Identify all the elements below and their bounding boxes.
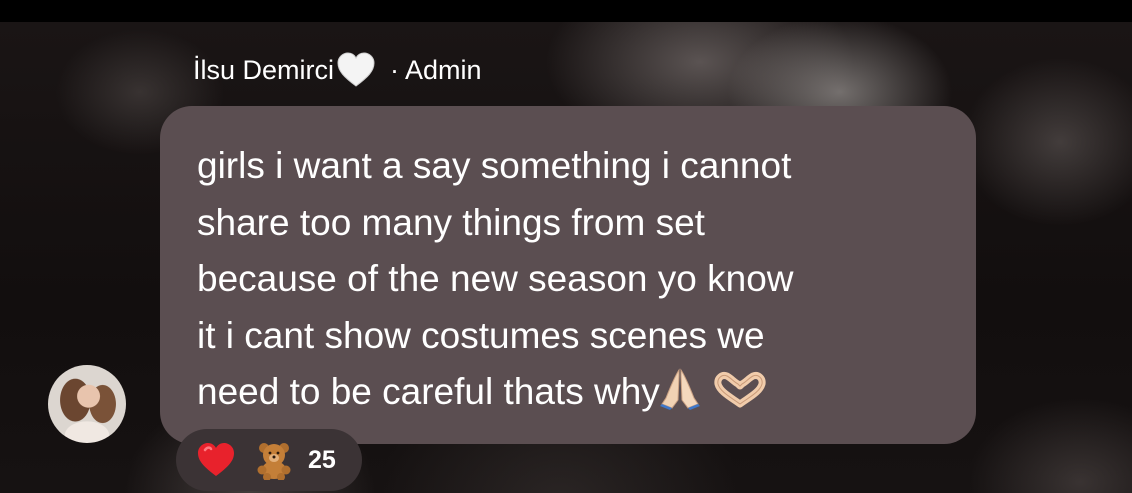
heart-hands-icon [714,372,766,408]
message-text-container: girls i want a say something i cannot sh… [197,138,967,421]
white-heart-icon [337,52,375,87]
red-heart-icon [198,443,234,476]
reactions-pill[interactable]: 25 [176,429,362,491]
message-bubble[interactable]: girls i want a say something i cannot sh… [160,106,976,444]
message-sender-line: İlsu Demirci · Admin [193,52,482,88]
folded-hands-icon [659,368,700,410]
sender-name[interactable]: İlsu Demirci [193,55,334,86]
sender-role: · Admin [390,54,482,85]
message-text: girls i want a say something i cannot sh… [197,145,794,412]
reaction-count: 25 [308,445,336,474]
chat-screen: İlsu Demirci · Admin girls i want a say … [0,0,1132,493]
sender-avatar[interactable] [48,365,126,443]
top-strip [0,0,1132,22]
teddy-bear-icon [257,443,291,480]
